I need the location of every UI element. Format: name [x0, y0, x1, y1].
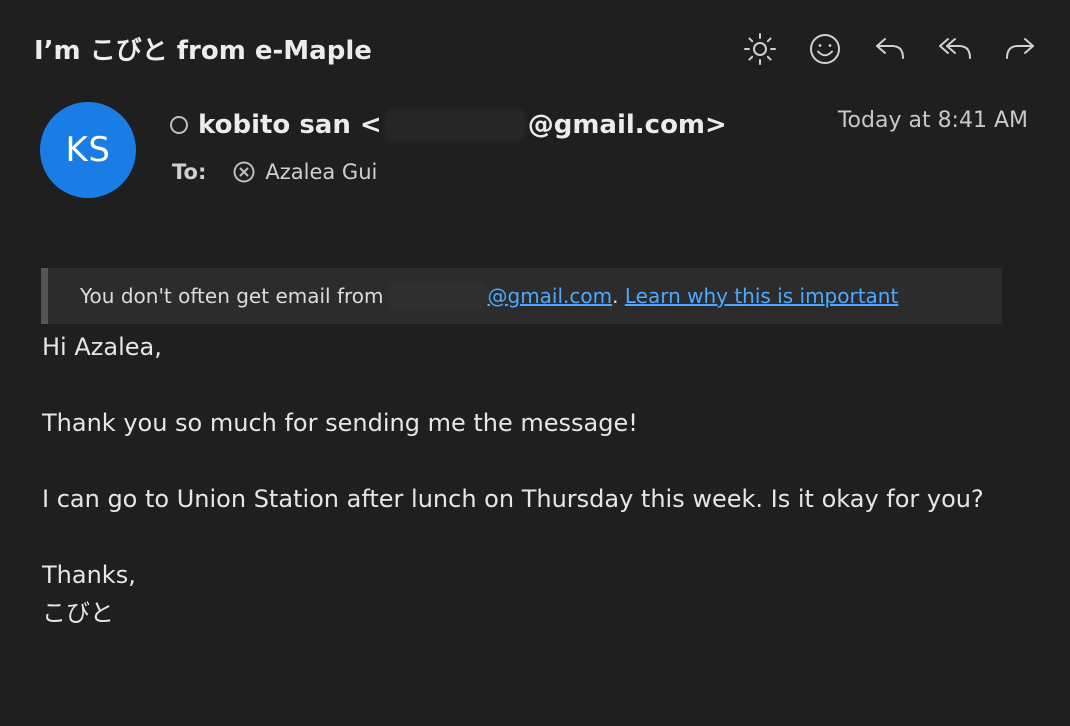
sender-email-domain: @gmail.com>	[527, 110, 727, 140]
banner-text: You don't often get email from	[80, 284, 384, 308]
message-body: Hi Azalea, Thank you so much for sending…	[42, 328, 1022, 632]
to-label: To:	[172, 160, 207, 184]
brightness-icon	[744, 33, 776, 65]
redacted-banner-address	[389, 283, 488, 309]
emoji-button[interactable]	[805, 29, 845, 69]
sender-warning-banner: You don't often get email from @gmail.co…	[41, 268, 1002, 324]
reply-all-icon	[939, 38, 971, 59]
body-line-plan: I can go to Union Station after lunch on…	[42, 485, 984, 513]
closing: Thanks,	[42, 561, 136, 589]
signature: こびと	[42, 599, 114, 627]
recipients-line: To: Azalea Gui	[172, 160, 377, 184]
sender-line[interactable]: kobito san < @gmail.com>	[170, 110, 727, 140]
email-view: I’m こびと from e-Maple KS kobito san < @gm…	[0, 0, 1070, 726]
email-subject: I’m こびと from e-Maple	[34, 36, 372, 66]
learn-why-link[interactable]: Learn why this is important	[625, 284, 898, 308]
brightness-button[interactable]	[740, 29, 780, 69]
message-toolbar	[740, 29, 1040, 69]
remove-recipient-icon[interactable]	[232, 160, 256, 184]
reply-button[interactable]	[870, 29, 910, 69]
emoji-icon	[810, 34, 840, 64]
reply-all-button[interactable]	[935, 29, 975, 69]
body-line-thanks: Thank you so much for sending me the mes…	[42, 409, 638, 437]
status-circle-icon	[170, 116, 188, 134]
redacted-sender-address	[385, 110, 524, 140]
timestamp: Today at 8:41 AM	[837, 108, 1028, 133]
recipient-name[interactable]: Azalea Gui	[265, 160, 377, 184]
forward-icon	[1006, 38, 1034, 59]
greeting: Hi Azalea,	[42, 333, 162, 361]
banner-sender-email-link[interactable]: @gmail.com	[488, 284, 613, 308]
forward-button[interactable]	[1000, 29, 1040, 69]
reply-icon	[876, 38, 904, 59]
sender-name: kobito san <	[198, 110, 382, 140]
avatar: KS	[40, 102, 136, 198]
